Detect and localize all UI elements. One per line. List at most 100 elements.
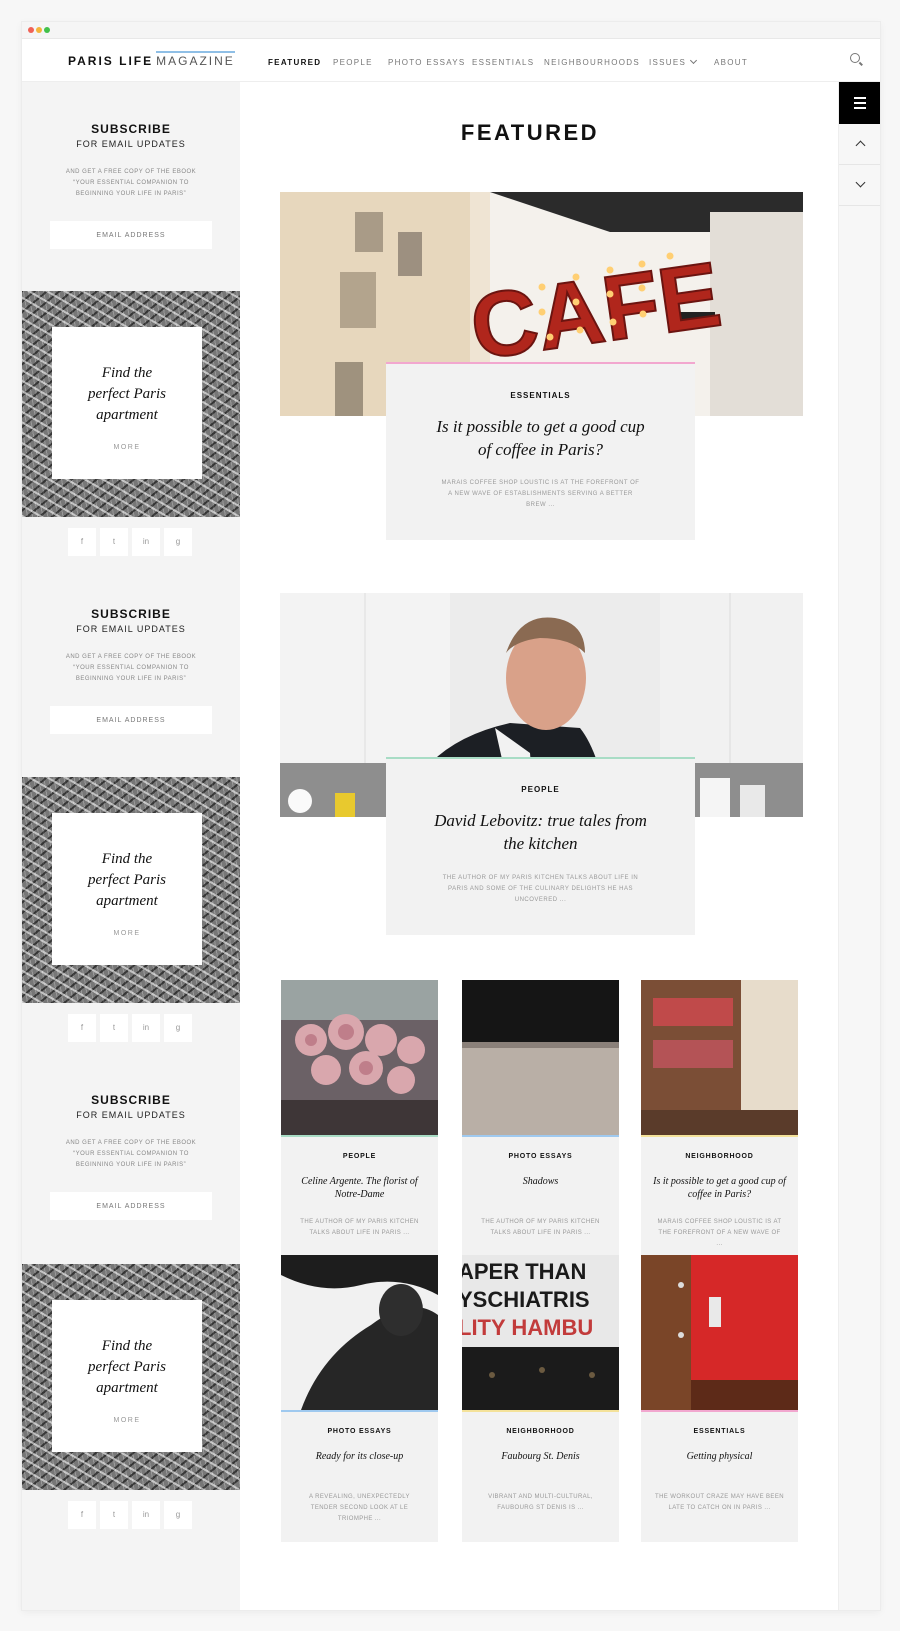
tile-category[interactable]: PHOTO ESSAYS (281, 1428, 438, 1435)
tile-category[interactable]: NEIGHBORHOOD (641, 1153, 798, 1160)
nav-about[interactable]: ABOUT (714, 58, 748, 67)
subscribe-title: SUBSCRIBE (91, 1093, 171, 1107)
tile-title[interactable]: Is it possible to get a good cup of coff… (651, 1175, 788, 1201)
linkedin-icon[interactable]: in (132, 528, 160, 556)
promo-title: Find the perfect Paris apartment (88, 1338, 166, 1396)
linkedin-icon[interactable]: in (132, 1014, 160, 1042)
promo-card: Find the perfect Paris apartment MORE (52, 1300, 202, 1452)
subscribe-box: SUBSCRIBE FOR EMAIL UPDATES AND GET A FR… (22, 1053, 240, 1259)
menu-button[interactable] (839, 82, 880, 124)
subscribe-box: SUBSCRIBE FOR EMAIL UPDATES AND GET A FR… (22, 567, 240, 773)
browser-window: PARIS LIFE MAGAZINE FEATURED PEOPLE PHOTO… (22, 22, 880, 1610)
subscribe-subtitle: FOR EMAIL UPDATES (76, 1110, 186, 1120)
subscribe-description: AND GET A FREE COPY OF THE EBOOK “YOUR E… (65, 654, 197, 682)
tile-title[interactable]: Shadows (472, 1175, 609, 1188)
twitter-icon[interactable]: t (100, 1014, 128, 1042)
promo-more-link[interactable]: MORE (52, 1417, 202, 1424)
nav-people[interactable]: PEOPLE (333, 58, 373, 67)
tile-image-shadows (462, 980, 619, 1135)
maximize-dot-icon[interactable] (44, 27, 50, 33)
nav-featured[interactable]: FEATURED (268, 58, 321, 67)
tile-description: A REVEALING, UNEXPECTEDLY TENDER SECOND … (309, 1494, 410, 1522)
card-accent-line (386, 757, 695, 759)
tile-body: PEOPLE Celine Argente. The florist of No… (281, 1137, 438, 1267)
chevron-down-icon (690, 56, 698, 65)
tile-body: PHOTO ESSAYS Ready for its close-up A RE… (281, 1412, 438, 1542)
promo-more-link[interactable]: MORE (52, 930, 202, 937)
article-tile[interactable]: ESSENTIALS Getting physical THE WORKOUT … (641, 1255, 798, 1542)
subscribe-subtitle: FOR EMAIL UPDATES (76, 139, 186, 149)
article-tile[interactable]: APER THAN YSCHIATRIS LITY HAMBU NEIGHBOR… (462, 1255, 619, 1542)
theatre-sign-line-3: LITY HAMBU (462, 1315, 593, 1340)
email-field[interactable] (50, 706, 212, 734)
nav-essentials[interactable]: ESSENTIALS (472, 58, 534, 67)
card-category[interactable]: PEOPLE (386, 785, 695, 794)
tile-category[interactable]: ESSENTIALS (641, 1428, 798, 1435)
minimize-dot-icon[interactable] (36, 27, 42, 33)
browser-chrome (22, 22, 880, 39)
tile-body: ESSENTIALS Getting physical THE WORKOUT … (641, 1412, 798, 1542)
google-plus-icon[interactable]: g (164, 528, 192, 556)
article-tile[interactable]: NEIGHBORHOOD Is it possible to get a goo… (641, 980, 798, 1267)
tile-body: NEIGHBORHOOD Faubourg St. Denis VIBRANT … (462, 1412, 619, 1542)
tile-description: THE AUTHOR OF MY PARIS KITCHEN TALKS ABO… (300, 1219, 419, 1236)
twitter-icon[interactable]: t (100, 1501, 128, 1529)
tile-category[interactable]: PEOPLE (281, 1153, 438, 1160)
tile-description: VIBRANT AND MULTI-CULTURAL, FAUBOURG ST … (488, 1494, 593, 1511)
tile-image-florist (281, 980, 438, 1135)
promo-banner[interactable]: Find the perfect Paris apartment MORE (22, 291, 240, 517)
facebook-icon[interactable]: f (68, 1501, 96, 1529)
email-field[interactable] (50, 221, 212, 249)
twitter-icon[interactable]: t (100, 528, 128, 556)
card-category[interactable]: ESSENTIALS (386, 391, 695, 400)
card-accent-line (386, 362, 695, 364)
article-tile[interactable]: PEOPLE Celine Argente. The florist of No… (281, 980, 438, 1267)
facebook-icon[interactable]: f (68, 528, 96, 556)
nav-issues[interactable]: ISSUES (649, 56, 698, 67)
google-plus-icon[interactable]: g (164, 1014, 192, 1042)
tile-body: NEIGHBORHOOD Is it possible to get a goo… (641, 1137, 798, 1267)
right-rail (838, 82, 880, 1610)
google-plus-icon[interactable]: g (164, 1501, 192, 1529)
card-title[interactable]: Is it possible to get a good cup of coff… (431, 415, 650, 461)
promo-banner[interactable]: Find the perfect Paris apartment MORE (22, 777, 240, 1003)
hamburger-icon (854, 97, 866, 99)
tile-category[interactable]: PHOTO ESSAYS (462, 1153, 619, 1160)
page-title: FEATURED (460, 120, 600, 145)
theatre-sign-line-1: APER THAN (462, 1259, 586, 1284)
site-logo[interactable]: PARIS LIFE MAGAZINE (68, 51, 235, 68)
tile-title[interactable]: Ready for its close-up (291, 1450, 428, 1463)
promo-more-link[interactable]: MORE (52, 444, 202, 451)
card-title[interactable]: David Lebovitz: true tales from the kitc… (431, 809, 650, 855)
facebook-icon[interactable]: f (68, 1014, 96, 1042)
nav-issues-label: ISSUES (649, 58, 687, 67)
card-description: MARAIS COFFEE SHOP LOUSTIC IS AT THE FOR… (441, 480, 640, 508)
tile-title[interactable]: Faubourg St. Denis (472, 1450, 609, 1463)
nav-neighbourhoods[interactable]: NEIGHBOURHOODS (544, 58, 640, 67)
search-icon[interactable] (850, 53, 860, 63)
subscribe-description: AND GET A FREE COPY OF THE EBOOK “YOUR E… (65, 169, 197, 197)
tile-title[interactable]: Celine Argente. The florist of Notre-Dam… (291, 1175, 428, 1201)
article-tile[interactable]: PHOTO ESSAYS Ready for its close-up A RE… (281, 1255, 438, 1542)
linkedin-icon[interactable]: in (132, 1501, 160, 1529)
scroll-up-button[interactable] (839, 124, 880, 165)
tile-title[interactable]: Getting physical (651, 1450, 788, 1463)
article-tile[interactable]: PHOTO ESSAYS Shadows THE AUTHOR OF MY PA… (462, 980, 619, 1267)
promo-title: Find the perfect Paris apartment (88, 851, 166, 909)
tile-category[interactable]: NEIGHBORHOOD (462, 1428, 619, 1435)
subscribe-subtitle: FOR EMAIL UPDATES (76, 624, 186, 634)
featured-card-lebovitz[interactable]: PEOPLE David Lebovitz: true tales from t… (386, 757, 695, 935)
promo-card: Find the perfect Paris apartment MORE (52, 813, 202, 965)
tile-description: THE WORKOUT CRAZE MAY HAVE BEEN LATE TO … (655, 1494, 784, 1511)
nav-photo-essays[interactable]: PHOTO ESSAYS (388, 58, 466, 67)
close-dot-icon[interactable] (28, 27, 34, 33)
email-field[interactable] (50, 1192, 212, 1220)
scroll-down-button[interactable] (839, 165, 880, 206)
tile-image-theatre: APER THAN YSCHIATRIS LITY HAMBU (462, 1255, 619, 1410)
social-links: f t in g (68, 528, 194, 556)
social-links: f t in g (68, 1501, 194, 1529)
featured-card-coffee[interactable]: ESSENTIALS Is it possible to get a good … (386, 362, 695, 540)
subscribe-title: SUBSCRIBE (91, 607, 171, 621)
top-navigation: PARIS LIFE MAGAZINE FEATURED PEOPLE PHOTO… (22, 39, 880, 82)
promo-banner[interactable]: Find the perfect Paris apartment MORE (22, 1264, 240, 1490)
